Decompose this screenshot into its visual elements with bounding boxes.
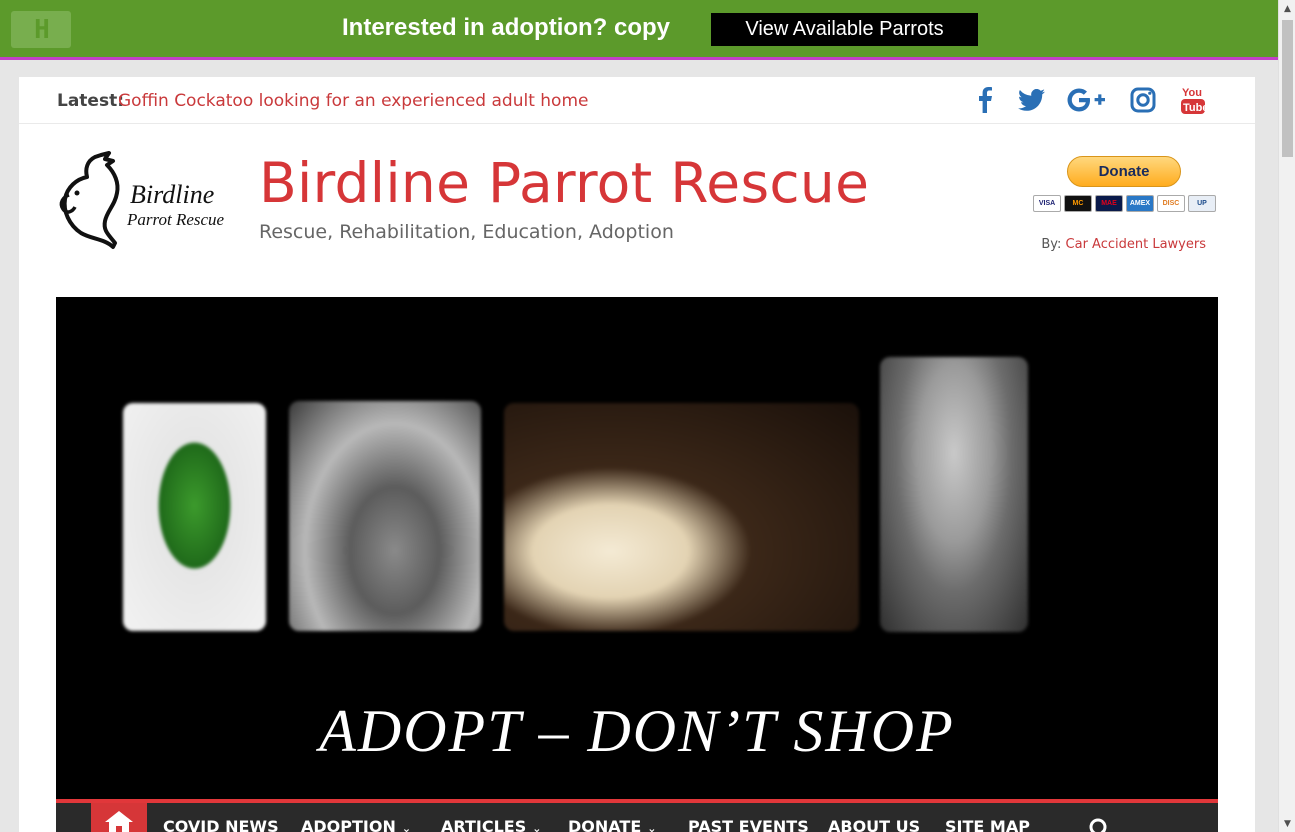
google-plus-icon[interactable] (1066, 85, 1106, 115)
twitter-icon[interactable] (1017, 85, 1045, 115)
news-ticker: Latest: Goffin Cockatoo looking for an e… (19, 77, 1255, 124)
hero-banner: ADOPT – DON’T SHOP (56, 297, 1218, 799)
unionpay-icon: UP (1188, 195, 1216, 212)
donate-button[interactable]: Donate (1067, 156, 1181, 187)
maestro-icon: MAE (1095, 195, 1123, 212)
svg-text:Birdline: Birdline (130, 180, 214, 209)
svg-text:Parrot Rescue: Parrot Rescue (126, 210, 225, 229)
sponsor-label: By: (1041, 237, 1062, 252)
scrollbar-thumb[interactable] (1282, 20, 1293, 157)
discover-icon: DISC (1157, 195, 1185, 212)
main-nav: COVID NEWS ADOPTION ⌄ ARTICLES ⌄ DONATE ⌄ P… (56, 799, 1218, 832)
nav-item-adoption[interactable]: ADOPTION ⌄ (301, 817, 411, 832)
cockatoo-photo (504, 403, 859, 631)
latest-label: Latest: (57, 91, 125, 111)
visa-icon: VISA (1033, 195, 1061, 212)
scrollbar[interactable]: ▲ ▼ (1278, 0, 1295, 832)
chevron-down-icon: ⌄ (647, 822, 657, 832)
svg-text:Tube: Tube (1183, 102, 1206, 114)
amazon-parrot-photo (123, 403, 266, 631)
nav-item-past-events[interactable]: PAST EVENTS (688, 817, 809, 832)
payment-card-icons: VISA MC MAE AMEX DISC UP (1033, 195, 1216, 212)
hero-caption: ADOPT – DON’T SHOP (319, 698, 955, 764)
promo-headline: Interested in adoption? copy (342, 14, 671, 41)
african-grey-photo (880, 357, 1028, 632)
home-icon[interactable] (91, 803, 147, 832)
search-icon[interactable] (1088, 817, 1112, 832)
nav-item-covid-news[interactable]: COVID NEWS (163, 817, 279, 832)
site-badge-icon[interactable]: H (11, 11, 71, 48)
instagram-icon[interactable] (1129, 85, 1157, 115)
chevron-down-icon: ⌄ (401, 822, 412, 832)
mastercard-icon: MC (1064, 195, 1092, 212)
nav-item-articles[interactable]: ARTICLES ⌄ (441, 817, 541, 832)
svg-text:You: You (1182, 87, 1202, 99)
view-parrots-button[interactable]: View Available Parrots (711, 13, 978, 46)
youtube-icon[interactable]: You Tube (1179, 85, 1207, 115)
facebook-icon[interactable] (975, 85, 995, 115)
nav-item-donate[interactable]: DONATE ⌄ (568, 817, 656, 832)
scroll-up-icon[interactable]: ▲ (1279, 0, 1295, 17)
sponsor-link[interactable]: Car Accident Lawyers (1066, 237, 1206, 252)
latest-news-link[interactable]: Goffin Cockatoo looking for an experienc… (118, 91, 588, 111)
promo-bar: H Interested in adoption? copy View Avai… (0, 0, 1278, 60)
page-card: Latest: Goffin Cockatoo looking for an e… (19, 77, 1255, 832)
scroll-down-icon[interactable]: ▼ (1279, 815, 1295, 832)
chevron-down-icon: ⌄ (532, 822, 542, 832)
nav-item-about-us[interactable]: ABOUT US (828, 817, 920, 832)
site-title[interactable]: Birdline Parrot Rescue (259, 151, 869, 215)
site-tagline: Rescue, Rehabilitation, Education, Adopt… (259, 221, 674, 243)
parrot-foot-photo (289, 401, 481, 631)
sponsor-credit: By: Car Accident Lawyers (1041, 237, 1206, 252)
amex-icon: AMEX (1126, 195, 1154, 212)
nav-item-site-map[interactable]: SITE MAP (945, 817, 1030, 832)
brand-logo[interactable]: Birdline Parrot Rescue (55, 147, 235, 252)
